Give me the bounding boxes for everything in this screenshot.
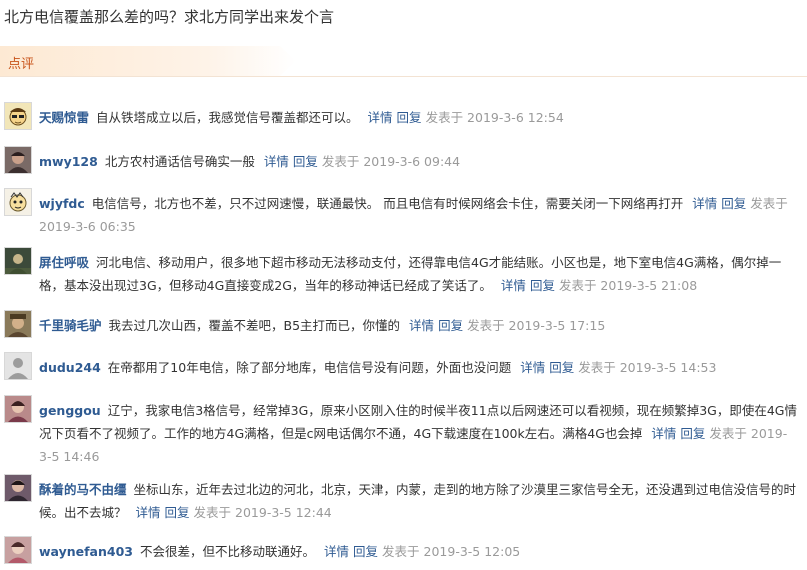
person-photo-avatar[interactable] <box>4 146 32 174</box>
comment-username[interactable]: mwy128 <box>39 154 98 169</box>
detail-link[interactable]: 详情 <box>136 505 161 520</box>
comment-username[interactable]: dudu244 <box>39 360 101 375</box>
comment-text: 北方农村通话信号确实一般 <box>104 154 255 169</box>
detail-link[interactable]: 详情 <box>264 154 289 169</box>
reply-link[interactable]: 回复 <box>680 426 705 441</box>
section-divider <box>0 76 807 77</box>
detail-link[interactable]: 详情 <box>651 426 676 441</box>
detail-link[interactable]: 详情 <box>520 360 545 375</box>
comment-username[interactable]: 天赐惊雷 <box>39 110 89 125</box>
reviews-section-tab: 点评 <box>0 46 296 76</box>
comment-time: 发表于 2019-3-5 17:15 <box>467 318 606 333</box>
comment-time: 发表于 2019-3-5 12:44 <box>193 505 332 520</box>
comment-time: 发表于 2019-3-5 12:05 <box>382 544 521 559</box>
reply-link[interactable]: 回复 <box>438 318 463 333</box>
cartoon-face-avatar[interactable] <box>4 102 32 130</box>
comment-text: 在帝都用了10年电信，除了部分地库，电信信号没有问题，外面也没问题 <box>107 360 512 375</box>
reply-link[interactable]: 回复 <box>293 154 318 169</box>
comment-time: 发表于 2019-3-5 21:08 <box>558 278 698 293</box>
reply-link[interactable]: 回复 <box>549 360 574 375</box>
person-photo-avatar[interactable] <box>4 474 32 502</box>
comment-time: 发表于 2019-3-6 09:44 <box>321 154 461 169</box>
person-photo-avatar[interactable] <box>4 310 32 338</box>
comment-username[interactable]: 酥着的马不由缰 <box>39 482 127 497</box>
comment-text: 不会很差，但不比移动联通好。 <box>140 544 316 559</box>
comment-time: 发表于 2019-3-5 14:53 <box>578 360 717 375</box>
section-label: 点评 <box>8 57 35 72</box>
dark-figure-avatar[interactable] <box>4 247 32 275</box>
comment-time: 发表于 2019-3-6 12:54 <box>425 110 564 125</box>
comment-text: 我去过几次山西，覆盖不差吧，B5主打而已，你懂的 <box>108 318 401 333</box>
reply-link[interactable]: 回复 <box>353 544 378 559</box>
comment-username[interactable]: 屏住呼吸 <box>39 255 89 270</box>
detail-link[interactable]: 详情 <box>409 318 434 333</box>
comment-text: 电信信号，北方也不差，只不过网速慢，联通最快。 而且电信有时候网络会卡住，需要关… <box>91 196 684 211</box>
page-title: 北方电信覆盖那么差的吗？求北方同学出来发个言 <box>4 8 335 26</box>
reply-link[interactable]: 回复 <box>721 196 746 211</box>
detail-link[interactable]: 详情 <box>368 110 393 125</box>
cartoon-face-avatar[interactable] <box>4 188 32 216</box>
detail-link[interactable]: 详情 <box>324 544 349 559</box>
comment-username[interactable]: 千里骑毛驴 <box>39 318 102 333</box>
reply-link[interactable]: 回复 <box>165 505 190 520</box>
default-silhouette-avatar[interactable] <box>4 352 32 380</box>
comment-username[interactable]: wjyfdc <box>39 196 85 211</box>
reply-link[interactable]: 回复 <box>397 110 422 125</box>
detail-link[interactable]: 详情 <box>501 278 526 293</box>
comment-text: 自从铁塔成立以后，我感觉信号覆盖都还可以。 <box>96 110 359 125</box>
reply-link[interactable]: 回复 <box>530 278 555 293</box>
detail-link[interactable]: 详情 <box>692 196 717 211</box>
comment-username[interactable]: waynefan403 <box>39 544 133 559</box>
person-photo-avatar[interactable] <box>4 536 32 564</box>
person-photo-avatar[interactable] <box>4 395 32 423</box>
comment-username[interactable]: genggou <box>39 403 101 418</box>
